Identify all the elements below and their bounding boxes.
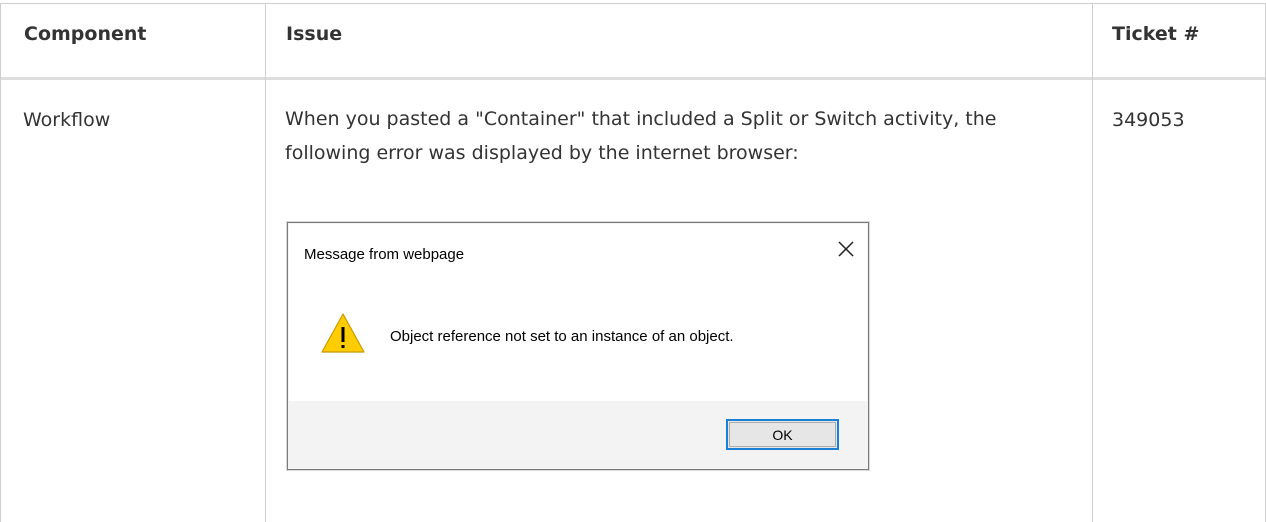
header-ticket: Ticket # — [1112, 23, 1200, 45]
dialog-message: Object reference not set to an instance … — [390, 328, 734, 345]
header-issue: Issue — [286, 23, 343, 45]
warning-icon — [321, 313, 365, 353]
dialog-content-area: Message from webpage Object reference no… — [289, 224, 867, 401]
header-bottom-border — [0, 77, 1266, 80]
cell-issue-text: When you pasted a "Container" that inclu… — [285, 108, 997, 164]
column-divider — [1092, 3, 1093, 522]
column-divider — [0, 3, 1, 522]
issues-table: Component Issue Ticket # Workflow When y… — [0, 0, 1266, 522]
cell-ticket-number: 349053 — [1112, 109, 1185, 131]
ok-button[interactable]: OK — [726, 419, 839, 450]
cell-component: Workflow — [23, 109, 111, 131]
dialog-title: Message from webpage — [304, 246, 465, 263]
header-component: Component — [24, 23, 147, 45]
error-dialog-screenshot: Message from webpage Object reference no… — [287, 222, 869, 470]
close-icon[interactable] — [837, 240, 855, 258]
column-divider — [265, 3, 266, 522]
table-top-border — [0, 3, 1266, 4]
